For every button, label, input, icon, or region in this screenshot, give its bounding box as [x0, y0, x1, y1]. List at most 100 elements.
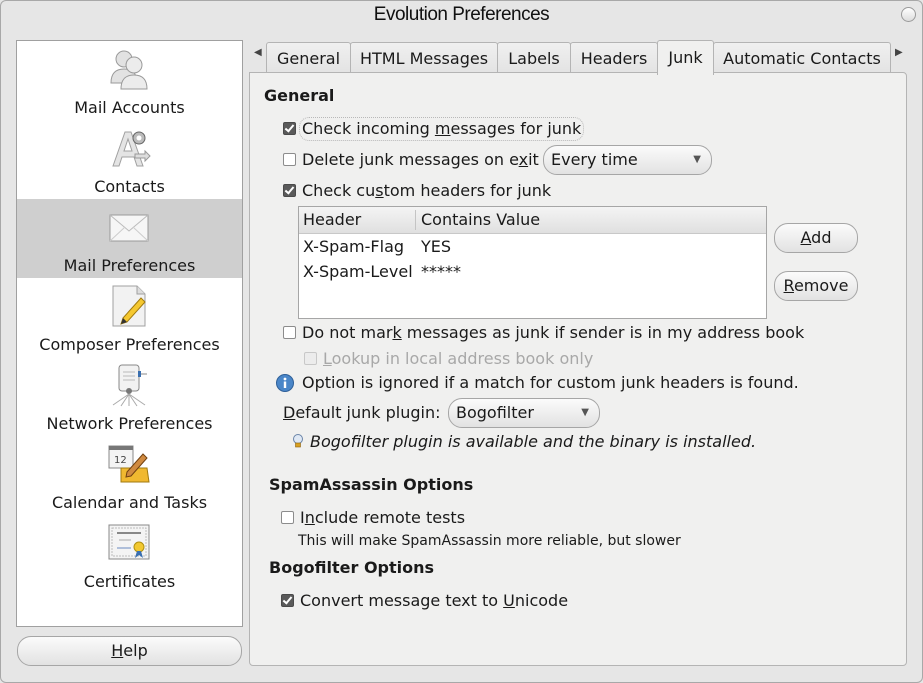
window-title: Evolution Preferences [373, 4, 550, 25]
help-mnemonic: H [111, 641, 124, 660]
label-text: ookup in local address book only [331, 349, 594, 368]
button-label: emove [793, 276, 849, 295]
label-text: clude remote tests [314, 508, 466, 527]
table-cell-header[interactable]: X-Spam-Level [303, 262, 413, 281]
sidebar-item-mail-preferences[interactable]: Mail Preferences [17, 199, 242, 278]
label-mnemonic: D [283, 403, 296, 422]
spamassassin-section-title: SpamAssassin Options [269, 475, 474, 494]
label-text: Delete junk messages on e [302, 150, 519, 169]
sidebar-item-contacts[interactable]: Contacts [17, 120, 242, 199]
sidebar-item-network-preferences[interactable]: Network Preferences [17, 357, 242, 436]
delete-on-exit-label[interactable]: Delete junk messages on exit [302, 150, 539, 169]
default-plugin-label: Default junk plugin: [283, 403, 441, 422]
help-label: elp [123, 641, 148, 660]
do-not-mark-checkbox[interactable] [283, 326, 296, 339]
button-mnemonic: A [800, 228, 812, 247]
convert-unicode-checkbox[interactable] [281, 594, 294, 607]
info-icon [276, 374, 294, 392]
bogofilter-section-title: Bogofilter Options [269, 558, 435, 577]
lookup-local-checkbox[interactable] [304, 352, 317, 365]
sidebar-item-label: Mail Accounts [74, 98, 185, 117]
table-cell-value[interactable]: ***** [421, 262, 461, 281]
label-text: Check incoming [302, 119, 435, 138]
label-text: tom headers for junk [383, 181, 552, 200]
window-close-button[interactable] [901, 7, 916, 22]
sidebar-item-label: Mail Preferences [63, 256, 196, 275]
delete-on-exit-checkbox[interactable] [283, 153, 296, 166]
accounts-icon [110, 50, 148, 90]
tab-general[interactable]: General [266, 42, 351, 73]
tab-labels[interactable]: Labels [497, 42, 571, 73]
tab-html-messages[interactable]: HTML Messages [350, 42, 498, 73]
certificate-icon [108, 524, 150, 560]
column-header-contains-value[interactable]: Contains Value [421, 207, 540, 233]
tab-scroll-right-icon[interactable]: ▶ [895, 47, 903, 58]
check-custom-headers-label[interactable]: Check custom headers for junk [302, 181, 551, 200]
label-text: Do not mar [302, 323, 393, 342]
table-cell-header[interactable]: X-Spam-Flag [303, 237, 404, 256]
label-mnemonic: x [518, 150, 529, 169]
column-separator[interactable] [415, 210, 416, 230]
delete-frequency-dropdown[interactable]: Every time ▼ [543, 145, 712, 175]
table-header: Header Contains Value [299, 207, 766, 234]
tab-junk[interactable]: Junk [657, 40, 714, 75]
convert-unicode-label[interactable]: Convert message text to Unicode [300, 591, 568, 610]
label-text: messages as junk if sender is in my addr… [401, 323, 805, 342]
button-mnemonic: R [783, 276, 794, 295]
contacts-icon [112, 131, 151, 167]
calendar-icon: 12 [108, 445, 150, 483]
button-label: dd [811, 228, 832, 247]
sidebar-item-label: Certificates [83, 572, 176, 591]
lookup-local-label[interactable]: Lookup in local address book only [323, 349, 593, 368]
label-text: Convert message text to [300, 591, 504, 610]
include-remote-hint: This will make SpamAssassin more reliabl… [298, 533, 681, 549]
sidebar-item-certificates[interactable]: Certificates [17, 515, 242, 594]
chevron-down-icon: ▼ [581, 407, 589, 418]
include-remote-tests-checkbox[interactable] [281, 511, 294, 524]
label-mnemonic: L [323, 349, 332, 368]
sidebar-item-label: Composer Preferences [39, 335, 220, 354]
general-section-title: General [264, 86, 335, 105]
lightbulb-icon [293, 434, 303, 448]
add-header-button[interactable]: Add [774, 223, 858, 253]
include-remote-tests-label[interactable]: Include remote tests [300, 508, 465, 527]
sidebar: Mail Accounts Contacts Mail Preferences … [16, 40, 243, 627]
column-header-header[interactable]: Header [303, 207, 361, 233]
envelope-icon [109, 214, 149, 242]
composer-icon [112, 285, 146, 327]
check-incoming-checkbox[interactable] [283, 122, 296, 135]
label-mnemonic: m [434, 119, 451, 138]
sidebar-item-composer-preferences[interactable]: Composer Preferences [17, 278, 242, 357]
do-not-mark-label[interactable]: Do not mark messages as junk if sender i… [302, 323, 804, 342]
remove-header-button[interactable]: Remove [774, 271, 858, 301]
sidebar-item-label: Calendar and Tasks [51, 493, 208, 512]
plugin-status-text: Bogofilter plugin is available and the b… [310, 432, 757, 451]
dropdown-value: Every time [551, 150, 638, 169]
label-text: efault junk plugin: [295, 403, 441, 422]
label-mnemonic: n [304, 508, 315, 527]
chevron-down-icon: ▼ [693, 154, 701, 165]
sidebar-item-calendar-and-tasks[interactable]: 12 Calendar and Tasks [17, 436, 242, 515]
sidebar-item-label: Network Preferences [46, 414, 213, 433]
label-mnemonic: s [375, 181, 384, 200]
dropdown-value: Bogofilter [456, 403, 534, 422]
tab-scroll-left-icon[interactable]: ◀ [254, 47, 262, 58]
label-text: nicode [514, 591, 569, 610]
table-cell-value[interactable]: YES [421, 237, 451, 256]
help-button[interactable]: Help [17, 636, 242, 666]
check-custom-headers-checkbox[interactable] [283, 184, 296, 197]
network-icon [112, 364, 147, 407]
svg-text:12: 12 [114, 455, 127, 466]
check-incoming-label[interactable]: Check incoming messages for junk [302, 119, 581, 138]
sidebar-item-label: Contacts [94, 177, 165, 196]
sidebar-item-mail-accounts[interactable]: Mail Accounts [17, 41, 242, 120]
label-mnemonic: U [503, 591, 515, 610]
label-text: Check cu [302, 181, 376, 200]
label-text: it [528, 150, 539, 169]
custom-headers-table[interactable]: Header Contains Value X-Spam-Flag YES X-… [298, 206, 767, 319]
tab-headers[interactable]: Headers [570, 42, 658, 73]
default-plugin-dropdown[interactable]: Bogofilter ▼ [448, 398, 600, 428]
info-message: Option is ignored if a match for custom … [302, 373, 799, 392]
tab-automatic-contacts[interactable]: Automatic Contacts [713, 42, 891, 73]
label-mnemonic: k [392, 323, 402, 342]
